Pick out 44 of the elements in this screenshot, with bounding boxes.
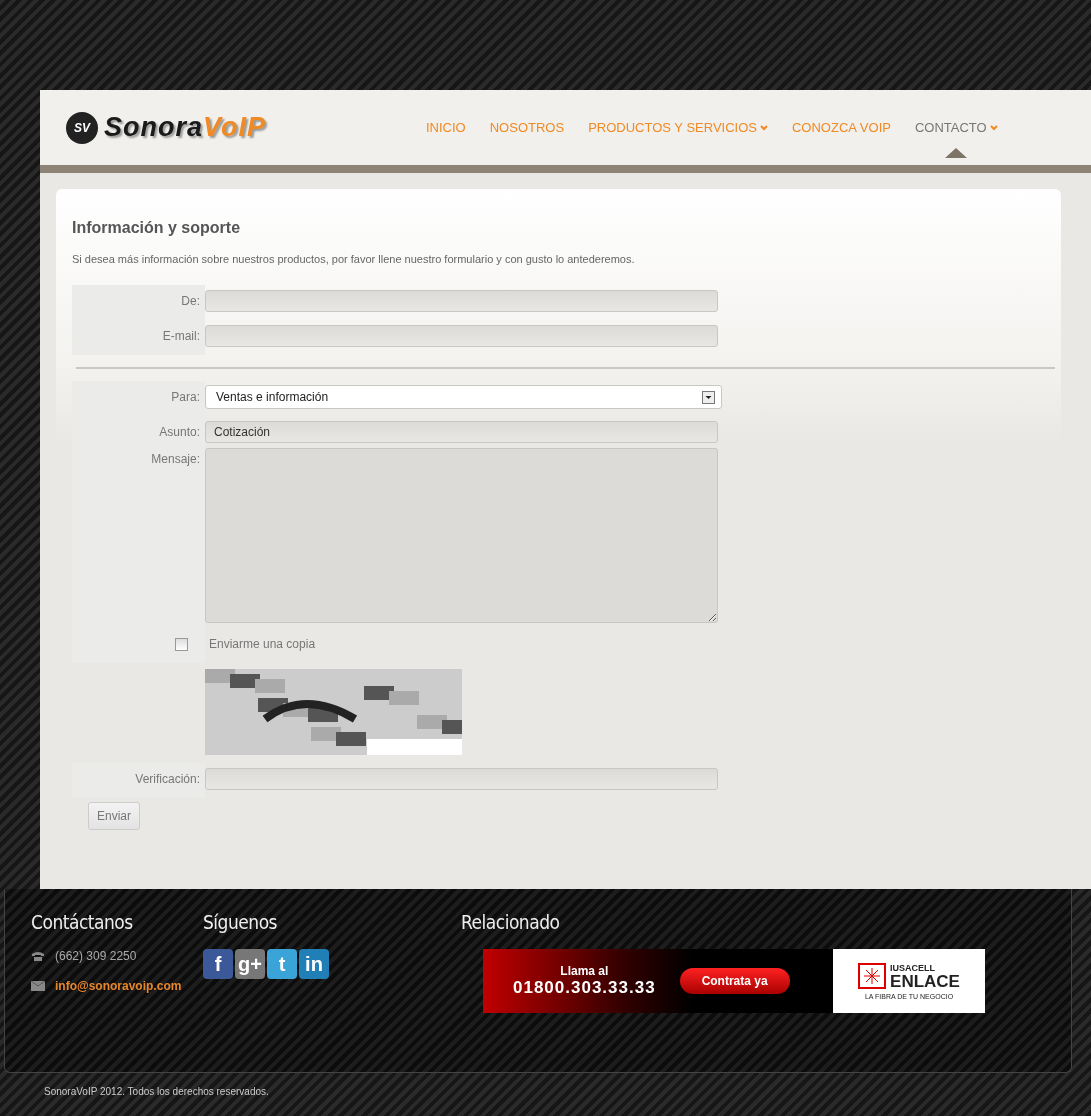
phone-icon	[31, 951, 45, 961]
social-link[interactable]: f	[203, 949, 233, 979]
field-label: E-mail:	[162, 329, 200, 345]
nav-link[interactable]: PRODUCTOS Y SERVICIOS	[588, 120, 768, 135]
footer-heading: Contáctanos	[31, 911, 134, 933]
ad-brand-top: IUSACELL	[890, 962, 937, 973]
input-field[interactable]	[205, 290, 718, 312]
field-label: De:	[181, 294, 200, 310]
nav-link[interactable]: NOSOTROS	[489, 120, 565, 135]
social-link[interactable]: t	[267, 949, 297, 979]
nav-link[interactable]: CONTACTO	[914, 120, 998, 135]
field-label: Mensaje:	[151, 452, 200, 468]
copyright-text: SonoraVoIP 2012. Todos los derechos reservados.	[43, 1085, 270, 1097]
logo-wordmark: SonoraVoIP	[104, 112, 267, 143]
nav-link[interactable]: CONOZCA VOIP	[791, 120, 891, 135]
social-link[interactable]: in	[299, 949, 329, 979]
field-label: Verificación:	[135, 772, 200, 788]
nav-link[interactable]: INICIO	[426, 120, 466, 135]
checkbox-label: Enviarme una copia	[209, 637, 316, 651]
field-label: Asunto:	[159, 425, 200, 441]
footer-heading: Relacionado	[461, 911, 561, 933]
form-title: Información y soporte	[72, 219, 242, 237]
recipient-select[interactable]: Ventas e información	[205, 385, 722, 409]
mail-icon	[31, 981, 45, 991]
active-pointer-icon	[945, 148, 968, 158]
ad-button[interactable]: Contrata ya	[679, 968, 790, 994]
input-field[interactable]	[205, 325, 718, 347]
input-field[interactable]	[205, 768, 718, 790]
send-button[interactable]: Enviar	[88, 802, 140, 830]
phone-number: (662) 309 2250	[55, 949, 137, 963]
email-link[interactable]: info@sonoravoip.com	[55, 979, 182, 993]
field-label: Para:	[171, 390, 200, 406]
ad-brand: ENLACE	[890, 972, 960, 990]
dropdown-icon	[702, 390, 715, 404]
message-textarea[interactable]	[205, 448, 718, 623]
intro-text: Si desea más información sobre nuestros productos, por favor llene nuestro formulario y con gusto lo antederemos.	[72, 253, 636, 265]
ad-phone-number: 01800.303.33.33	[513, 978, 656, 998]
footer-heading: Síguenos	[203, 911, 278, 933]
brand-icon	[858, 963, 887, 989]
input-field[interactable]: Cotización	[205, 421, 718, 443]
ad-text: Llama al	[560, 964, 609, 978]
checkbox[interactable]	[175, 638, 188, 651]
social-link[interactable]: g+	[235, 949, 265, 979]
logo-monogram: SV	[66, 111, 98, 144]
